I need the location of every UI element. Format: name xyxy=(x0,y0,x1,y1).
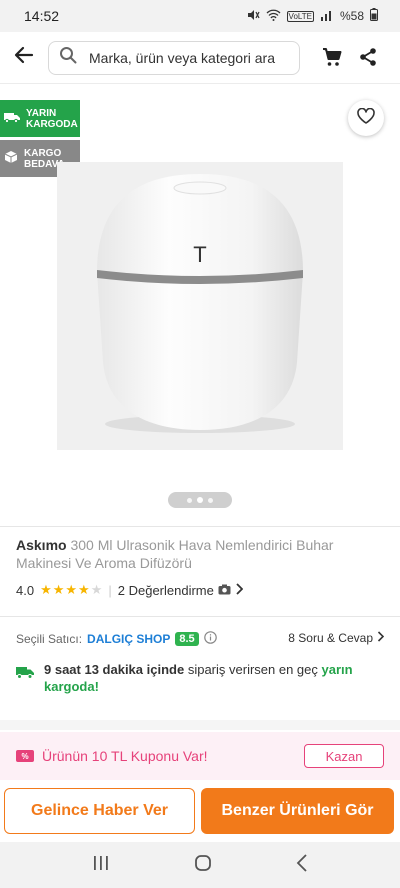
delivery-middle: sipariş verirsen en geç xyxy=(187,662,318,677)
delivery-time: 9 saat 13 dakika içinde xyxy=(44,662,185,677)
mute-icon xyxy=(246,8,260,25)
pager-dot-active[interactable] xyxy=(197,497,203,503)
product-image[interactable]: T xyxy=(57,162,343,450)
pager-dot[interactable] xyxy=(208,497,213,503)
reviews-count: 2 Değerlendirme xyxy=(117,582,214,598)
action-bar: Gelince Haber Ver Benzer Ürünleri Gör xyxy=(0,780,400,842)
rating-value: 4.0 xyxy=(16,582,35,598)
coupon-icon: % xyxy=(16,750,34,762)
gallery-pager[interactable] xyxy=(168,492,232,508)
section-gap xyxy=(0,720,400,730)
product-brand[interactable]: Askımo xyxy=(16,537,67,553)
box-icon xyxy=(4,150,18,167)
battery-text: %58 xyxy=(339,9,364,23)
battery-icon xyxy=(370,8,378,24)
notify-when-available-button[interactable]: Gelince Haber Ver xyxy=(4,788,195,834)
rating-stars: ★ ★ ★ ★ ★ xyxy=(40,582,102,598)
signal-icon xyxy=(320,9,334,24)
product-gallery[interactable]: YARIN KARGODA KARGO BEDAVA T xyxy=(0,84,400,524)
back-arrow-icon xyxy=(14,45,34,70)
chevron-right-icon xyxy=(235,582,244,598)
system-nav-bar xyxy=(0,842,400,888)
seller-section: Seçili Satıcı: DALGIÇ SHOP 8.5 8 Soru & … xyxy=(0,617,400,717)
truck-icon xyxy=(4,111,20,126)
coupon-text: Ürünün 10 TL Kuponu Var! xyxy=(42,748,208,764)
camera-icon xyxy=(218,583,231,598)
badge-next-day-shipping: YARIN KARGODA xyxy=(0,100,80,137)
cart-icon xyxy=(321,46,343,73)
search-icon xyxy=(59,46,77,69)
wifi-icon xyxy=(266,9,281,24)
device-logo-letter: T xyxy=(193,242,206,267)
delivery-truck-icon xyxy=(16,665,34,684)
qa-label: 8 Soru & Cevap xyxy=(288,631,373,645)
star-icon: ★ xyxy=(78,582,90,597)
chevron-right-icon xyxy=(377,631,385,645)
seller-label: Seçili Satıcı: xyxy=(16,632,83,646)
product-info: Askımo 300 Ml Ulrasonik Hava Nemlendiric… xyxy=(16,536,384,598)
share-icon xyxy=(358,47,378,72)
share-button[interactable] xyxy=(354,45,382,73)
coupon-bar: % Ürünün 10 TL Kuponu Var! Kazan xyxy=(0,732,400,780)
heart-icon xyxy=(357,107,375,129)
back-button[interactable] xyxy=(0,32,48,84)
seller-name[interactable]: DALGIÇ SHOP xyxy=(87,632,170,646)
info-icon[interactable] xyxy=(203,631,217,647)
search-input[interactable] xyxy=(89,49,289,66)
separator: | xyxy=(108,582,112,598)
star-icon: ★ xyxy=(52,582,65,597)
similar-products-button[interactable]: Benzer Ürünleri Gör xyxy=(201,788,394,834)
favorite-button[interactable] xyxy=(348,100,384,136)
top-app-bar xyxy=(0,32,400,84)
questions-answers-link[interactable]: 8 Soru & Cevap xyxy=(288,631,385,645)
status-icons: VoLTE %58 xyxy=(246,8,378,25)
divider xyxy=(0,526,400,527)
cart-button[interactable] xyxy=(318,45,346,73)
recent-apps-button[interactable] xyxy=(92,855,110,876)
delivery-text: 9 saat 13 dakika içinde sipariş verirsen… xyxy=(44,661,384,695)
star-icon: ★ xyxy=(40,582,52,597)
home-button[interactable] xyxy=(194,854,212,877)
volte-icon: VoLTE xyxy=(286,10,314,22)
seller-score-badge: 8.5 xyxy=(175,632,199,646)
star-empty-icon: ★ xyxy=(90,582,103,597)
rating-row[interactable]: 4.0 ★ ★ ★ ★ ★ | 2 Değerlendirme xyxy=(16,582,384,598)
badge-label: YARIN KARGODA xyxy=(26,107,78,130)
delivery-estimate: 9 saat 13 dakika içinde sipariş verirsen… xyxy=(16,661,384,695)
search-bar[interactable] xyxy=(48,40,300,75)
product-title: Askımo 300 Ml Ulrasonik Hava Nemlendiric… xyxy=(16,536,384,572)
back-nav-button[interactable] xyxy=(296,853,308,877)
claim-coupon-button[interactable]: Kazan xyxy=(304,744,384,768)
pager-dot[interactable] xyxy=(187,497,192,503)
star-icon: ★ xyxy=(65,582,78,597)
status-bar: 14:52 VoLTE %58 xyxy=(0,0,400,32)
status-time: 14:52 xyxy=(24,8,60,24)
reviews-link[interactable]: 2 Değerlendirme xyxy=(117,582,244,598)
